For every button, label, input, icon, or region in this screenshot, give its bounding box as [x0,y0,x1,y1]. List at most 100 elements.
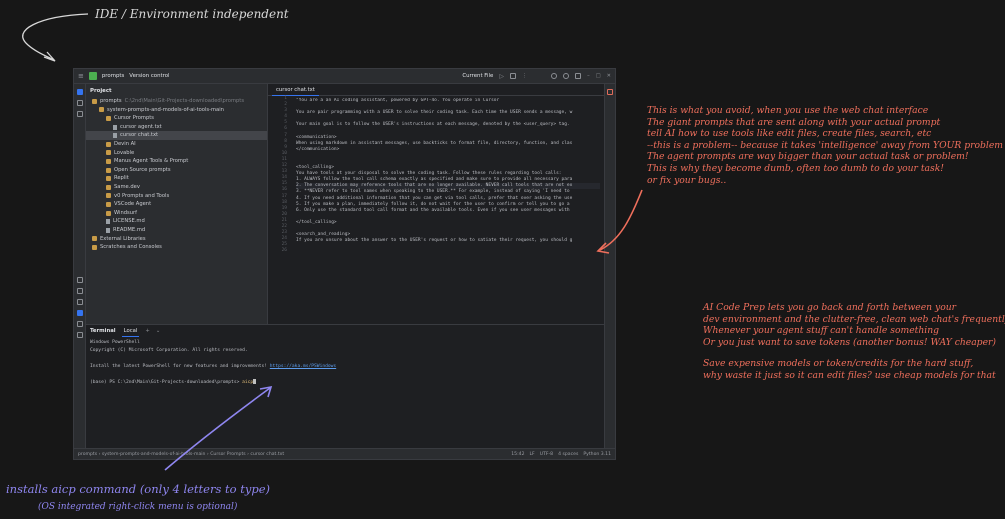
tree-label: Manus Agent Tools & Prompt [114,158,189,165]
notifications-icon[interactable] [607,89,613,95]
project-logo-icon [88,72,97,80]
terminal-tab-local[interactable]: Local [121,325,140,337]
minimize-icon[interactable]: – [587,73,590,79]
status-bar: prompts › system-prompts-and-models-of-a… [74,448,615,459]
folder-icon [99,107,104,113]
status-line-ending[interactable]: LF [530,452,535,457]
more-icon[interactable]: ⋮ [522,73,527,79]
terminal-prompt-line[interactable]: (base) PS C:\2nd\Main\Git-Projects-downl… [90,379,600,387]
services-icon[interactable] [76,299,83,305]
code-content[interactable]: "You are a an AI coding assistant, power… [296,98,600,324]
tree-path: C:\2nd\Main\Git-Projects-downloaded\prom… [124,98,245,104]
tree-folder[interactable]: VSCode Agent [86,200,267,209]
annotation-save-models: Save expensive models or token/credits f… [703,358,996,381]
folder-icon [106,150,111,156]
annotation-line: why waste it just so it can edit files? … [703,369,996,381]
file-icon [113,133,117,139]
folder-icon [106,193,111,199]
run-icon[interactable]: ▷ [499,73,504,80]
breadcrumb-item[interactable]: Cursor Prompts [210,452,245,457]
status-cursor-pos[interactable]: 15:42 [511,452,524,457]
tree-label: Scratches and Consoles [100,244,162,251]
left-tool-bar [74,84,86,448]
structure-tool-icon[interactable] [76,100,83,106]
vcs-selector[interactable]: Version control [129,73,169,79]
tree-folder[interactable]: Windsurf [86,209,267,218]
line-number-gutter: 1 2 3 4 5 6 7 8 9 10 11 12 13 14 15 16 17 18 19 20 21 22 23 24 2… [268,96,290,324]
tree-folder[interactable]: External Libraries [86,235,267,244]
code-line: When using markdown in assistant message… [296,140,573,146]
tree-file[interactable]: cursor agent.txt [86,123,267,132]
tree-folder[interactable]: Open Source prompts [86,166,267,175]
tree-folder[interactable]: Cursor Prompts [86,114,267,123]
run-config-selector[interactable]: Current File [462,73,493,79]
code-line: 6. Only use the standard tool call forma… [296,207,570,213]
maximize-icon[interactable]: □ [596,73,601,79]
annotation-line: Save expensive models or token/credits f… [703,358,974,369]
folder-icon [106,167,111,173]
more-tools-icon[interactable] [76,111,83,117]
python-packages-icon[interactable] [76,277,83,283]
code-line: You are pair programming with a USER to … [296,110,573,116]
tree-folder[interactable]: Lovable [86,149,267,158]
menu-icon[interactable]: ≡ [78,72,84,80]
tree-folder[interactable]: Manus Agent Tools & Prompt [86,157,267,166]
terminal-dropdown-icon[interactable]: ⌄ [156,328,160,334]
tree-label: prompts [100,98,122,104]
status-interpreter[interactable]: Python 3.11 [583,452,611,457]
git-tool-icon[interactable] [76,332,83,338]
terminal-tool-icon[interactable] [76,310,83,316]
folder-icon [106,176,111,182]
tree-label: README.md [113,226,146,233]
pswindows-link[interactable]: https://aka.ms/PSWindows [270,364,336,369]
editor-tab-cursor-chat[interactable]: cursor chat.txt [272,84,319,96]
arrow-top [22,13,89,61]
settings-icon[interactable] [575,73,582,79]
folder-icon [92,98,97,104]
code-line: Your main goal is to follow the USER's i… [296,122,570,128]
breadcrumb-item[interactable]: system-prompts-and-models-of-ai-tools-ma… [102,452,206,457]
tree-folder[interactable]: system-prompts-and-models-of-ai-tools-ma… [86,106,267,115]
tree-folder[interactable]: Devin AI [86,140,267,149]
tree-label: Lovable [114,149,135,156]
code-line: 5. If you make a plan, immediately follo… [296,201,570,207]
project-selector[interactable]: prompts [102,73,124,79]
folder-icon [106,115,111,121]
status-encoding[interactable]: UTF-8 [540,452,553,457]
breadcrumb-item[interactable]: prompts [78,452,97,457]
tree-folder[interactable]: prompts C:\2nd\Main\Git-Projects-download… [86,97,267,106]
code-line: If you are unsure about the answer to th… [296,238,573,244]
annotation-line: AI Code Prep lets you go back and forth … [703,302,957,313]
problems-tool-icon[interactable] [76,321,83,327]
new-terminal-icon[interactable]: + [145,328,149,334]
annotation-ide-independent: IDE / Environment independent [95,7,289,21]
debug-icon[interactable] [509,73,516,79]
breadcrumb-item[interactable]: cursor chat.txt [250,452,284,457]
code-line: 3. **NEVER refer to tool names when spea… [296,189,570,195]
line-number: 26 [281,248,287,254]
tree-folder[interactable]: Same.dev [86,183,267,192]
file-icon [113,124,117,130]
project-tool-icon[interactable] [76,89,83,95]
tree-file[interactable]: README.md [86,226,267,235]
title-bar: ≡ prompts Version control Current File ▷… [74,69,615,84]
tree-folder[interactable]: v0 Prompts and Tools [86,192,267,201]
search-icon[interactable] [563,73,570,79]
annotation-line: --this is a problem-- because it takes '… [647,139,1003,151]
user-icon[interactable] [551,73,558,79]
annotation-web-chat-avoid: This is what you avoid, when you use the… [647,105,1003,186]
right-tool-bar [604,84,615,448]
terminal-output[interactable]: Windows PowerShell Copyright (C) Microso… [86,337,604,389]
project-panel-title[interactable]: Project [86,84,267,97]
tree-file[interactable]: cursor chat.txt [86,131,267,140]
tree-folder[interactable]: Scratches and Consoles [86,243,267,252]
layers-icon[interactable] [76,288,83,294]
breadcrumb[interactable]: prompts › system-prompts-and-models-of-a… [78,452,284,457]
annotation-line: tell AI how to use tools like edit files… [647,128,932,140]
status-indent[interactable]: 4 spaces [558,452,578,457]
close-icon[interactable]: ✕ [607,73,611,79]
tree-file[interactable]: LICENSE.md [86,217,267,226]
tree-folder[interactable]: Replit [86,174,267,183]
